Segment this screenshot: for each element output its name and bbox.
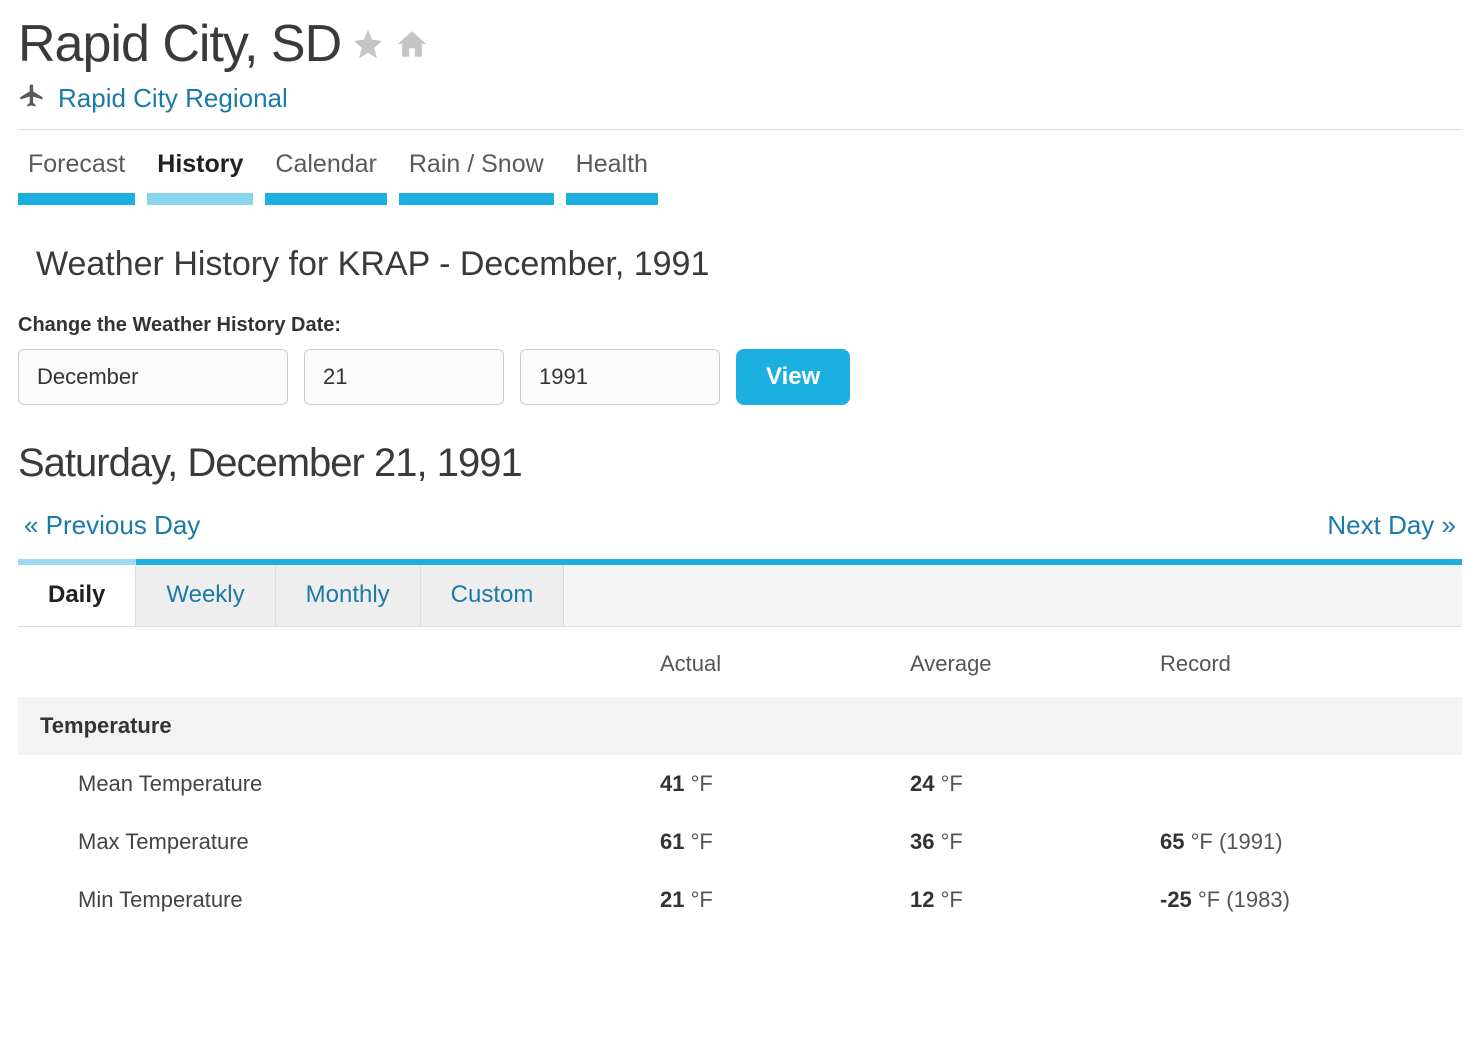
- metric-record: -25 °F (1983): [1148, 871, 1462, 929]
- set-home-icon[interactable]: [395, 14, 429, 74]
- view-button[interactable]: View: [736, 349, 850, 405]
- section-temperature: Temperature: [18, 697, 1462, 755]
- city-state-text: Rapid City, SD: [18, 14, 341, 74]
- metric-actual: 21 °F: [648, 871, 898, 929]
- metric-average: 36 °F: [898, 813, 1148, 871]
- history-heading: Weather History for KRAP - December, 199…: [36, 245, 1462, 284]
- airport-link[interactable]: Rapid City Regional: [58, 83, 288, 114]
- next-day-link[interactable]: Next Day »: [1327, 510, 1456, 541]
- col-header-actual: Actual: [648, 627, 898, 697]
- month-select[interactable]: December: [18, 349, 288, 405]
- metric-label: Mean Temperature: [18, 755, 648, 813]
- nav-tab-rain-snow[interactable]: Rain / Snow: [399, 144, 554, 205]
- nav-tab-calendar[interactable]: Calendar: [265, 144, 386, 205]
- period-tab-monthly[interactable]: Monthly: [276, 565, 421, 626]
- main-nav: Forecast History Calendar Rain / Snow He…: [18, 144, 1462, 205]
- period-tab-weekly[interactable]: Weekly: [136, 565, 275, 626]
- metric-average: 12 °F: [898, 871, 1148, 929]
- metric-record: [1148, 755, 1462, 813]
- metric-record: 65 °F (1991): [1148, 813, 1462, 871]
- day-heading: Saturday, December 21, 1991: [18, 441, 1462, 486]
- period-tab-daily[interactable]: Daily: [18, 559, 136, 626]
- metric-actual: 41 °F: [648, 755, 898, 813]
- change-date-label: Change the Weather History Date:: [18, 314, 1462, 337]
- metric-label: Min Temperature: [18, 871, 648, 929]
- nav-tab-forecast[interactable]: Forecast: [18, 144, 135, 205]
- metric-actual: 61 °F: [648, 813, 898, 871]
- weather-data-table: Actual Average Record Temperature Mean T…: [18, 627, 1462, 929]
- nav-divider: [18, 129, 1462, 130]
- period-tabs-container: Daily Weekly Monthly Custom: [18, 559, 1462, 627]
- col-header-average: Average: [898, 627, 1148, 697]
- location-title: Rapid City, SD: [18, 14, 429, 74]
- table-row: Mean Temperature 41 °F 24 °F: [18, 755, 1462, 813]
- table-row: Min Temperature 21 °F 12 °F -25 °F (1983…: [18, 871, 1462, 929]
- airport-plane-icon: [18, 82, 46, 115]
- period-tab-custom[interactable]: Custom: [421, 565, 565, 626]
- metric-label: Max Temperature: [18, 813, 648, 871]
- nav-tab-history[interactable]: History: [147, 144, 253, 205]
- date-selector-row: December 21 1991 View: [18, 349, 1462, 405]
- metric-average: 24 °F: [898, 755, 1148, 813]
- col-header-record: Record: [1148, 627, 1462, 697]
- table-row: Max Temperature 61 °F 36 °F 65 °F (1991): [18, 813, 1462, 871]
- nav-tab-health[interactable]: Health: [566, 144, 658, 205]
- favorite-star-icon[interactable]: [351, 14, 385, 74]
- day-select[interactable]: 21: [304, 349, 504, 405]
- year-select[interactable]: 1991: [520, 349, 720, 405]
- previous-day-link[interactable]: « Previous Day: [24, 510, 200, 541]
